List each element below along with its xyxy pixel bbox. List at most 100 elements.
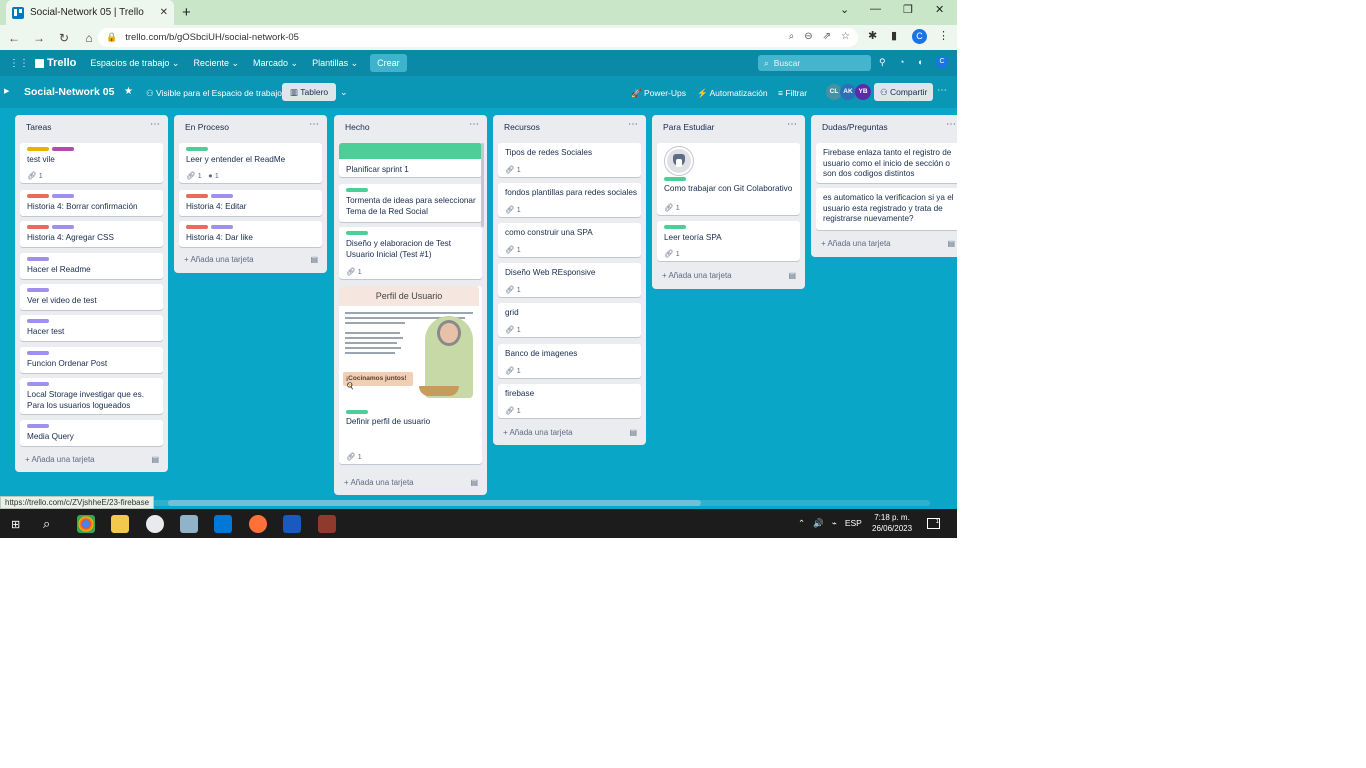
add-card-button[interactable]: + Añada una tarjeta [662,271,732,280]
card-label[interactable] [52,147,74,151]
home-icon[interactable]: ⌂ [78,31,100,45]
card[interactable]: Hacer el Readme [20,253,163,279]
profile-avatar[interactable]: C [912,29,927,44]
list-title[interactable]: Hecho [345,122,370,132]
card[interactable]: Historia 4: Agregar CSS [20,221,163,247]
nav-recent[interactable]: Reciente ⌄ [193,58,239,69]
app-icon[interactable] [180,515,198,533]
card[interactable]: es automatico la verificacion si ya el u… [816,188,957,230]
list-menu-icon[interactable]: ⋯ [150,119,160,130]
card[interactable]: firebase 🔗︎ 1 [498,384,641,418]
forward-icon[interactable]: → [28,31,50,45]
card-label[interactable] [211,225,233,229]
restore-button[interactable]: ❐ [903,3,913,16]
browser-tab[interactable]: Social-Network 05 | Trello ✕ [6,0,174,25]
card[interactable]: Planificar sprint 1 [339,143,482,177]
create-button[interactable]: Crear [370,54,407,72]
list-title[interactable]: Dudas/Preguntas [822,122,888,132]
card-label[interactable] [27,288,49,292]
zoom-icon[interactable]: ⊖ [804,31,812,42]
card-label[interactable] [664,177,686,181]
card[interactable]: Tormenta de ideas para seleccionar Tema … [339,184,482,222]
card[interactable]: fondos plantillas para redes sociales 🔗︎ … [498,183,641,217]
sidebar-expand-icon[interactable]: ▶ [4,87,9,95]
board-scrollbar-thumb[interactable] [168,500,701,506]
chevron-up-icon[interactable]: ⌃ [798,518,805,529]
whats-new-icon[interactable]: ⚲ [879,57,886,68]
card-label[interactable] [186,194,208,198]
card-label[interactable] [27,194,49,198]
chrome-profile-icon[interactable] [146,515,164,533]
sidepanel-icon[interactable]: ▮ [891,29,897,42]
create-from-template-icon[interactable]: ▤ [310,255,318,264]
card-label[interactable] [27,382,49,386]
volume-icon[interactable]: 🔊 [813,518,824,529]
card[interactable]: Historia 4: Borrar confirmación [20,190,163,216]
share-icon[interactable]: ⇗ [823,31,831,42]
card[interactable]: grid 🔗︎ 1 [498,303,641,337]
bookmark-star-icon[interactable]: ☆ [841,31,850,42]
visibility-button[interactable]: ⚇ Visible para el Espacio de trabajo [146,88,282,99]
file-explorer-icon[interactable] [111,515,129,533]
new-tab-button[interactable]: + [182,4,191,21]
vscode-icon[interactable] [214,515,232,533]
list-title[interactable]: En Proceso [185,122,229,132]
create-from-template-icon[interactable]: ▤ [629,428,637,437]
app-switcher-icon[interactable]: ⋮⋮ [9,58,29,69]
list-title[interactable]: Recursos [504,122,540,132]
list-scrollbar[interactable] [481,143,484,227]
card-label[interactable] [211,194,233,198]
automation-button[interactable]: ⚡ Automatización [697,88,768,99]
card-label[interactable] [52,194,74,198]
card[interactable]: Media Query [20,420,163,446]
list-recursos[interactable]: Recursos ⋯ Tipos de redes Sociales 🔗︎ 1 fond… [493,115,646,445]
add-card-button[interactable]: + Añada una tarjeta [25,455,95,464]
list-menu-icon[interactable]: ⋯ [628,119,638,130]
star-icon[interactable]: ★ [124,86,133,97]
search-page-icon[interactable]: ⌕ [789,31,795,42]
language-indicator[interactable]: ESP [845,518,862,529]
card-label[interactable] [664,225,686,229]
tab-search-icon[interactable]: ⌄ [840,3,849,16]
tab-close-icon[interactable]: ✕ [160,7,168,18]
list-title[interactable]: Para Estudiar [663,122,715,132]
address-bar[interactable]: 🔒 trello.com/b/gOSbciUH/social-network-0… [98,28,858,47]
card[interactable]: Banco de imagenes 🔗︎ 1 [498,344,641,378]
card[interactable]: Leer y entender el ReadMe 🔗︎ 1 ● 1 [179,143,322,183]
card[interactable]: Perfil de Usuario ¡Cocinamos juntos! 🍳 Def… [339,286,482,464]
card-label[interactable] [186,225,208,229]
nav-workspaces[interactable]: Espacios de trabajo ⌄ [90,58,179,69]
powerups-button[interactable]: 🚀 Power-Ups [631,88,686,99]
create-from-template-icon[interactable]: ▤ [470,478,478,487]
card-label[interactable] [52,225,74,229]
card[interactable]: Tipos de redes Sociales 🔗︎ 1 [498,143,641,177]
search-taskbar-icon[interactable]: ⌕ [43,516,50,532]
card[interactable]: Funcion Ordenar Post [20,347,163,373]
list-title[interactable]: Tareas [26,122,52,132]
filter-button[interactable]: ≡ Filtrar [778,88,807,98]
list-hecho[interactable]: Hecho ⋯ Planificar sprint 1 Tormenta de ide… [334,115,487,495]
card-label[interactable] [27,225,49,229]
browser-menu-icon[interactable]: ⋮ [938,29,949,42]
card-label[interactable] [346,410,368,414]
extensions-icon[interactable]: ✱ [868,29,877,42]
list-dudas-preguntas[interactable]: Dudas/Preguntas ⋯ Firebase enlaza tanto el… [811,115,957,257]
info-icon[interactable]: ◐ [918,57,923,67]
card-label[interactable] [27,319,49,323]
list-menu-icon[interactable]: ⋯ [469,119,479,130]
card[interactable]: test vile 🔗︎ 1 [20,143,163,183]
card-label[interactable] [27,351,49,355]
list-en-proceso[interactable]: En Proceso ⋯ Leer y entender el ReadMe 🔗︎ 1… [174,115,327,273]
view-board-button[interactable]: ▥ Tablero [282,83,337,101]
card-label[interactable] [27,147,49,151]
card[interactable]: Firebase enlaza tanto el registro de usu… [816,143,957,183]
notifications-icon[interactable]: 1 [927,518,940,529]
card[interactable]: Hacer test [20,315,163,341]
add-card-button[interactable]: + Añada una tarjeta [503,428,573,437]
back-icon[interactable]: ← [3,31,25,45]
card[interactable]: Local Storage investigar que es. Para lo… [20,378,163,414]
card-label[interactable] [27,257,49,261]
card-label[interactable] [186,147,208,151]
card[interactable]: Diseño y elaboracion de Test Usuario Ini… [339,227,482,279]
member-avatar[interactable]: YB [855,84,871,100]
